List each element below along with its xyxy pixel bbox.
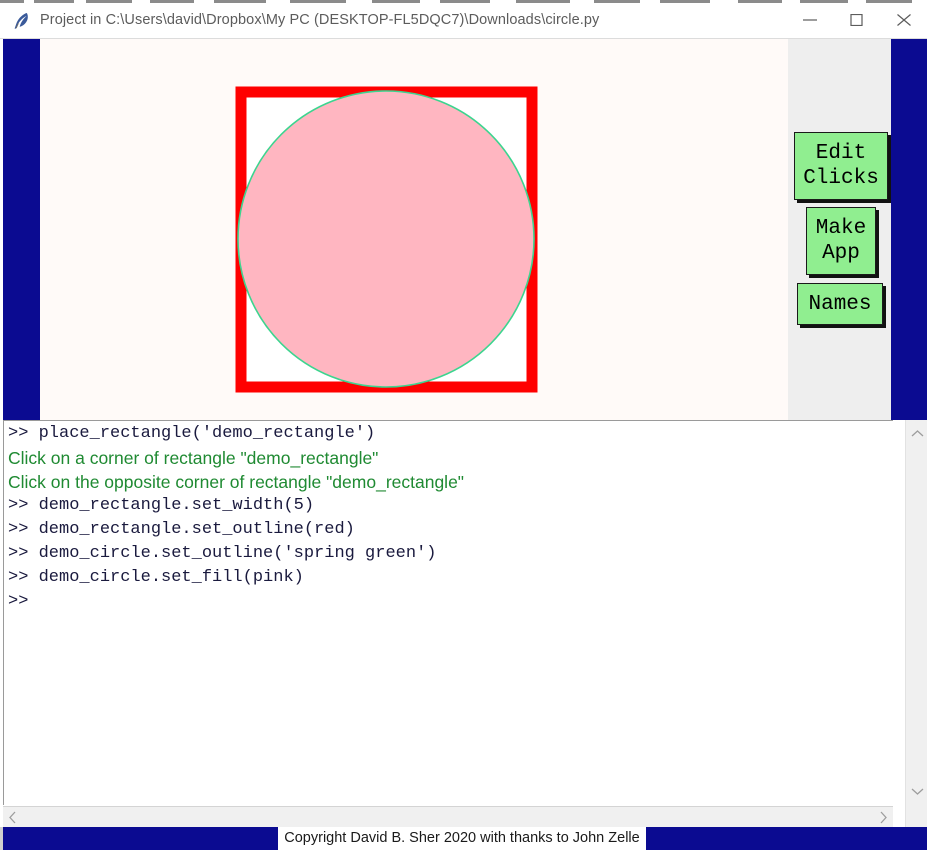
console-line: >> demo_rectangle.set_width(5) xyxy=(8,496,315,515)
close-button[interactable] xyxy=(881,3,927,37)
background-navy-band-right xyxy=(891,39,927,420)
button-panel: Edit Clicks Make App Names xyxy=(788,39,891,420)
application-window: Project in C:\Users\david\Dropbox\My PC … xyxy=(0,0,927,850)
background-navy-band-left xyxy=(3,39,40,420)
maximize-button[interactable] xyxy=(834,3,880,37)
console-output[interactable]: >> place_rectangle('demo_rectangle') Clic… xyxy=(3,420,893,805)
python-feather-icon xyxy=(12,11,32,31)
chevron-up-icon[interactable] xyxy=(911,426,924,444)
console-line: >> demo_rectangle.set_outline(red) xyxy=(8,520,355,539)
names-button-label: Names xyxy=(808,292,872,316)
edit-clicks-button-label: Edit Clicks xyxy=(803,142,879,190)
minimize-button[interactable] xyxy=(787,3,833,37)
minimize-icon xyxy=(803,19,817,21)
console-line: Click on the opposite corner of rectangl… xyxy=(8,472,465,492)
status-bar: Copyright David B. Sher 2020 with thanks… xyxy=(0,827,927,850)
console-line: >> demo_circle.set_outline('spring green… xyxy=(8,544,437,563)
window-title: Project in C:\Users\david\Dropbox\My PC … xyxy=(40,12,600,28)
close-icon xyxy=(897,14,911,26)
maximize-icon xyxy=(850,14,863,26)
console-line: >> demo_circle.set_fill(pink) xyxy=(8,568,304,587)
edit-clicks-button[interactable]: Edit Clicks xyxy=(794,132,888,200)
vertical-scrollbar[interactable] xyxy=(905,420,927,827)
console-line: >> place_rectangle('demo_rectangle') xyxy=(8,424,376,443)
names-button[interactable]: Names xyxy=(797,283,883,325)
console-scroll-gap xyxy=(893,420,905,805)
drawing-canvas[interactable] xyxy=(40,39,788,420)
chevron-down-icon[interactable] xyxy=(911,783,924,801)
make-app-button[interactable]: Make App xyxy=(806,207,876,275)
console-line: >> xyxy=(8,592,29,611)
shape-demo-circle xyxy=(237,90,535,388)
canvas-row: Edit Clicks Make App Names xyxy=(0,39,927,420)
horizontal-scrollbar[interactable] xyxy=(3,806,893,827)
console-area: >> place_rectangle('demo_rectangle') Clic… xyxy=(0,420,927,827)
status-bar-left-cap xyxy=(0,827,3,850)
console-line: Click on a corner of rectangle "demo_rec… xyxy=(8,448,379,468)
canvas-shapes xyxy=(235,86,538,393)
title-bar: Project in C:\Users\david\Dropbox\My PC … xyxy=(0,3,927,39)
make-app-button-label: Make App xyxy=(815,217,867,265)
copyright-label: Copyright David B. Sher 2020 with thanks… xyxy=(278,827,646,850)
